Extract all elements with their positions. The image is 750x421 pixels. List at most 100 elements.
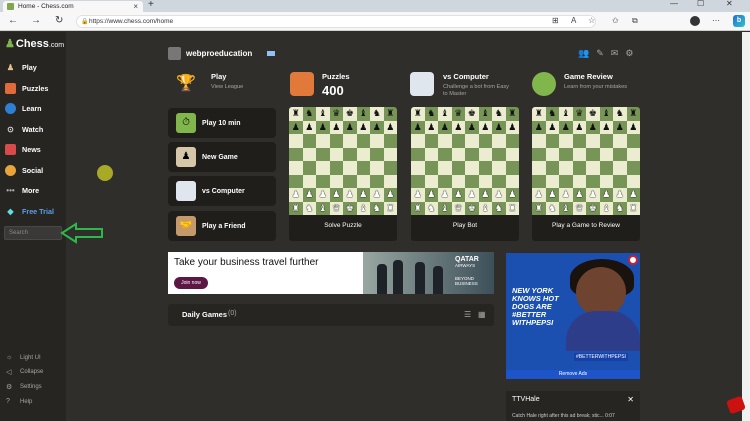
ttv-widget[interactable]: TTVHale ✕ Catch Hale right after this ad… [506, 391, 640, 421]
board-square: ♟ [532, 188, 546, 202]
play-a-friend-button[interactable]: 🤝 Play a Friend [168, 211, 276, 241]
close-window-button[interactable]: ✕ [726, 0, 733, 8]
board-square: ♟ [424, 120, 438, 134]
sidebar-settings[interactable]: ⚙ Settings [6, 383, 42, 391]
list-view-icon[interactable]: ☰ [464, 310, 471, 319]
board-square: ♟ [411, 120, 425, 134]
close-icon[interactable]: ✕ [627, 395, 634, 404]
board-square: ♟ [316, 188, 330, 202]
favorites-icon[interactable]: ✩ [612, 16, 619, 25]
chess-piece-icon: ♜ [508, 108, 517, 118]
play-bot-card[interactable]: ♜ ♞ ♝ ♛ ♚ ♝ ♞ ♜ ♟ ♟ ♟ ♟ ♟ ♟ ♟ ♟ ♟ ♟ ♟ ♟ ♟ ♟ ♟ ♟ ♜ ♞ ♝ ♛ ♚ ♝ ♞ ♜ Play Bo… [411, 107, 519, 241]
sidebar-item-news[interactable]: News [5, 142, 41, 156]
chess-piece-icon: ♞ [615, 108, 624, 118]
watch-icon: ⊙ [7, 124, 14, 134]
new-game-button[interactable]: ♟ New Game [168, 142, 276, 172]
board-square: ♟ [478, 120, 492, 134]
mail-icon[interactable]: ✉ [611, 48, 619, 59]
messages-bubble-icon[interactable]: ✎ [596, 48, 604, 59]
quick-play-sub[interactable]: View League [211, 84, 301, 91]
board-square [383, 147, 397, 161]
board-square: ♟ [302, 188, 316, 202]
back-icon[interactable]: ← [8, 15, 18, 26]
sidebar-item-learn[interactable]: Learn [5, 101, 42, 115]
sidebar-collapse[interactable]: ◁ Collapse [6, 368, 43, 376]
chess-piece-icon: ♞ [494, 202, 503, 213]
chess-piece-icon: ♝ [440, 108, 449, 118]
solve-puzzle-card[interactable]: ♜ ♞ ♝ ♛ ♚ ♝ ♞ ♜ ♟ ♟ ♟ ♟ ♟ ♟ ♟ ♟ ♟ ♟ ♟ ♟ ♟ ♟ ♟ ♟ ♜ ♞ ♝ ♛ ♚ ♝ ♞ ♜ Solve P… [289, 107, 397, 241]
flag-icon [267, 51, 275, 56]
url-input[interactable]: 🔒 https://www.chess.com/home [76, 15, 596, 28]
reload-icon[interactable]: ↻ [55, 15, 63, 26]
sidebar-item-watch[interactable]: ⊙ Watch [5, 122, 43, 136]
chess-piece-icon: ♜ [413, 108, 422, 118]
lock-icon: 🔒 [81, 19, 89, 25]
play-10-min-button[interactable]: ⏱ Play 10 min [168, 108, 276, 138]
sidebar-item-play[interactable]: ♟ Play [5, 60, 37, 74]
vs-computer-button[interactable]: vs Computer [168, 176, 276, 206]
collections-icon[interactable]: ⧉ [632, 16, 638, 26]
sidebar-help[interactable]: ? Help [6, 398, 32, 405]
read-aloud-icon[interactable]: A [571, 16, 576, 25]
quick-puzzles-title[interactable]: Puzzles [322, 72, 350, 81]
board-square: ♟ [343, 188, 357, 202]
maximize-button[interactable]: ☐ [697, 0, 704, 8]
chess-logo[interactable]: ♟Chess.com [5, 37, 64, 50]
board-square [316, 161, 330, 175]
board-square: ♝ [478, 107, 492, 121]
chess-piece-icon: ♟ [548, 121, 557, 132]
avatar[interactable] [168, 47, 181, 60]
bing-button[interactable]: b [733, 15, 745, 27]
chess-piece-icon: ♝ [440, 202, 449, 213]
sidebar-light-ui[interactable]: ☼ Light UI [6, 354, 41, 361]
reader-icon[interactable]: ⊞ [552, 16, 559, 25]
quick-review-title[interactable]: Game Review [564, 72, 613, 81]
logo-com: .com [48, 42, 65, 49]
daily-games-count: (0) [228, 310, 237, 317]
board-square: ♜ [626, 201, 640, 215]
username[interactable]: webproeducation [186, 49, 252, 58]
ad-banner[interactable]: Take your business travel further Join n… [168, 252, 494, 294]
ad-join-button[interactable]: Join now [174, 277, 208, 289]
board-square: ♟ [586, 120, 600, 134]
side-ad[interactable]: NEW YORK KNOWS HOT DOGS ARE #BETTER WITH… [506, 253, 640, 379]
remove-ads-link[interactable]: Remove Ads [506, 370, 640, 379]
sidebar-item-puzzles[interactable]: Puzzles [5, 81, 48, 95]
favorite-star-icon[interactable]: ☆ [588, 16, 595, 25]
quick-computer-title[interactable]: vs Computer [443, 72, 489, 81]
board-square: ♝ [438, 107, 452, 121]
board-square: ♝ [356, 107, 370, 121]
quick-review-sub: Learn from your mistakes [564, 84, 628, 90]
new-tab-button[interactable]: + [148, 0, 154, 10]
profile-avatar[interactable] [690, 16, 700, 26]
board-square: ♟ [532, 120, 546, 134]
friends-icon[interactable]: 👥 [578, 48, 589, 59]
game-review-card[interactable]: ♜ ♞ ♝ ♛ ♚ ♝ ♞ ♜ ♟ ♟ ♟ ♟ ♟ ♟ ♟ ♟ ♟ ♟ ♟ ♟ ♟ ♟ ♟ ♟ ♜ ♞ ♝ ♛ ♚ ♝ ♞ ♜ Play a … [532, 107, 640, 241]
search-input[interactable]: Search [4, 226, 62, 240]
daily-games-bar[interactable]: Daily Games (0) ☰ ▦ [168, 304, 494, 326]
forward-icon[interactable]: → [31, 15, 41, 26]
close-tab-icon[interactable]: × [133, 1, 138, 12]
chess-piece-icon: ♟ [372, 189, 381, 199]
chess-piece-icon: ♞ [548, 202, 557, 213]
chess-piece-icon: ♟ [305, 121, 314, 132]
more-menu-icon[interactable]: ⋯ [712, 16, 720, 25]
grid-view-icon[interactable]: ▦ [478, 310, 486, 319]
board-square [545, 134, 559, 148]
chess-piece-icon: ♚ [588, 202, 597, 213]
board-square: ♜ [505, 201, 519, 215]
quick-play-title[interactable]: Play [211, 72, 226, 81]
board-square [424, 174, 438, 188]
sidebar-item-social[interactable]: Social [5, 163, 43, 177]
board-square [383, 134, 397, 148]
browser-tab[interactable]: Home - Chess.com × [3, 1, 143, 12]
sidebar-item-free-trial[interactable]: ◆ Free Trial [5, 204, 54, 218]
quick-computer-sub: Challenge a bot from Easy to Master [443, 84, 509, 97]
sidebar-item-more[interactable]: ••• More [5, 183, 39, 197]
chess-piece-icon: ♟ [615, 189, 624, 199]
gear-icon[interactable]: ⚙ [625, 48, 633, 59]
chess-piece-icon: ♝ [561, 202, 570, 213]
chess-piece-icon: ♝ [359, 108, 368, 118]
board-square [572, 147, 586, 161]
minimize-button[interactable]: — [670, 0, 678, 8]
